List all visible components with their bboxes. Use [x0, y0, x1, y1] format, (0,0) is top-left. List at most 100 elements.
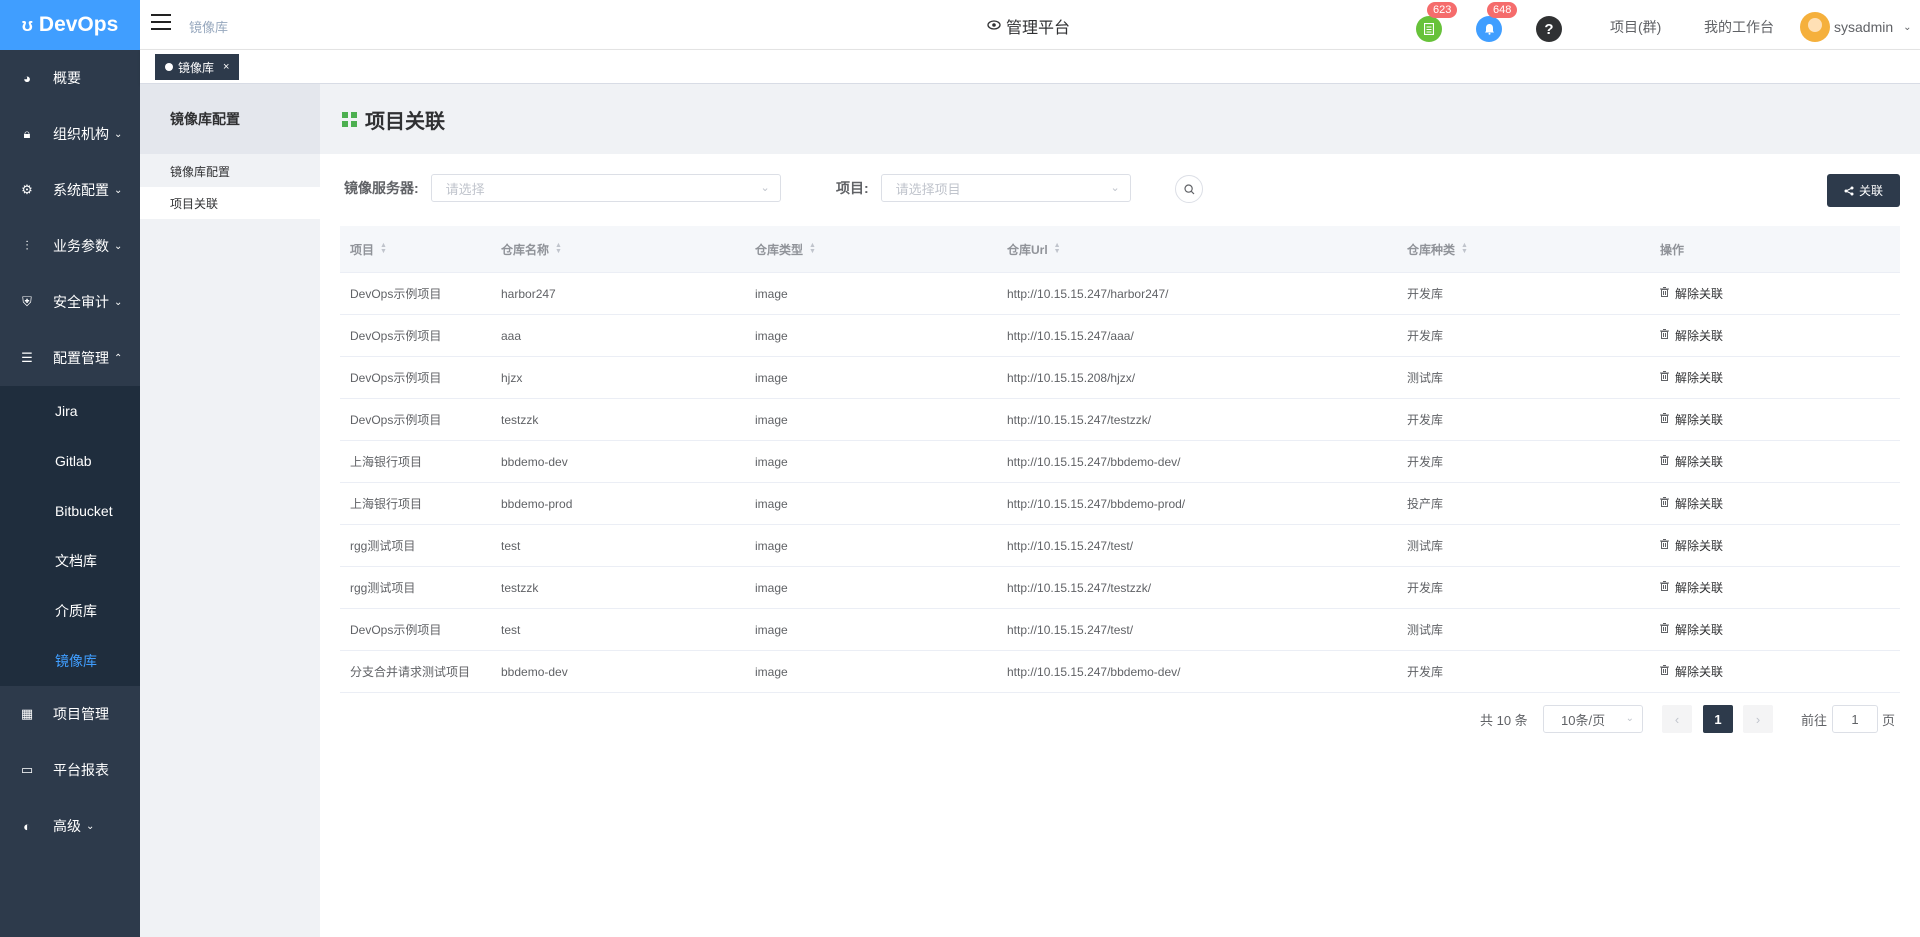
next-page-button[interactable]: ›	[1743, 705, 1773, 733]
unlink-button[interactable]: 解除关联	[1660, 411, 1723, 428]
table-cell: image	[755, 664, 788, 679]
goto-page-input[interactable]	[1832, 705, 1878, 733]
logo[interactable]: ʊ DevOps	[0, 0, 140, 50]
unlink-button[interactable]: 解除关联	[1660, 663, 1723, 680]
table-cell-action: 解除关联	[1650, 453, 1900, 470]
workbench-link[interactable]: 我的工作台	[1704, 17, 1774, 37]
sidebar-item-items_after-2[interactable]: ◐ 高级 ⌄	[0, 798, 140, 854]
sidebar-item-label: 高级	[53, 818, 81, 834]
dot-icon	[165, 63, 173, 71]
sidebar-item-label: 平台报表	[53, 762, 109, 778]
submenu-item[interactable]: 文档库	[0, 536, 140, 586]
sort-icon[interactable]: ▲ ▼	[380, 242, 387, 255]
project-select[interactable]: 请选择项目 ⌄	[880, 174, 1131, 202]
table-row: 分支合并请求测试项目 bbdemo-dev image http://10.15.15…	[340, 651, 1900, 693]
table-cell: 开发库	[1407, 329, 1444, 343]
sidebar-item-items-0[interactable]: ◕ 概要	[0, 50, 140, 106]
sort-icon[interactable]: ▲ ▼	[555, 242, 562, 255]
table-cell: testzzk	[501, 412, 539, 427]
trash-icon	[1660, 581, 1669, 594]
page-size-select[interactable]: 10条/页 ⌄	[1543, 705, 1643, 733]
filter-server-label: 镜像服务器:	[344, 180, 419, 196]
table-cell: testzzk	[501, 580, 539, 595]
unlink-button[interactable]: 解除关联	[1660, 537, 1723, 554]
table-cell: bbdemo-prod	[501, 496, 573, 511]
sliders-icon: ⫶	[25, 238, 29, 253]
sort-icon[interactable]: ▲ ▼	[809, 242, 816, 255]
project-select-placeholder: 请选择项目	[895, 181, 961, 197]
table-cell: http://10.15.15.247/bbdemo-dev/	[1007, 664, 1181, 679]
table-cell-action: 解除关联	[1650, 621, 1900, 638]
lock-icon: 🔒︎	[23, 126, 31, 141]
sidebar-item-items_after-0[interactable]: ▦ 项目管理	[0, 686, 140, 742]
table-body: DevOps示例项目 harbor247 image http://10.15.15.…	[340, 273, 1900, 693]
unlink-button[interactable]: 解除关联	[1660, 579, 1723, 596]
task-icon[interactable]: 623	[1416, 2, 1458, 42]
pagination-total: 共 10 条	[1480, 712, 1528, 728]
sort-icon[interactable]: ▲ ▼	[1054, 242, 1061, 255]
page-number-current[interactable]: 1	[1703, 705, 1733, 733]
chevron-down-icon: ⌄	[1903, 21, 1912, 33]
bell-icon[interactable]: 648	[1476, 2, 1518, 42]
sidebar-item-items-1[interactable]: 🔒︎ 组织机构 ⌄	[0, 106, 140, 162]
filter-project: 项目: 请选择项目 ⌄	[836, 174, 1131, 202]
table-cell: image	[755, 286, 788, 301]
column-header[interactable]: 仓库类型 ▲ ▼	[745, 241, 997, 258]
sidebar-item-items-2[interactable]: ⚙ 系统配置 ⌄	[0, 162, 140, 218]
sort-icon[interactable]: ▲ ▼	[1461, 242, 1468, 255]
secondary-item-project-association[interactable]: 项目关联	[140, 187, 320, 219]
associate-button[interactable]: 关联	[1827, 174, 1900, 207]
sidebar-item-items-3[interactable]: ⫶ 业务参数 ⌄	[0, 218, 140, 274]
table-row: DevOps示例项目 harbor247 image http://10.15.15.…	[340, 273, 1900, 315]
table-cell: 测试库	[1407, 539, 1444, 553]
chevron-down-icon: ⌄	[1625, 713, 1634, 724]
close-icon[interactable]: ×	[223, 61, 229, 73]
hamburger-menu-icon[interactable]	[151, 14, 171, 30]
submenu-item[interactable]: 镜像库	[0, 636, 140, 686]
prev-page-button[interactable]: ‹	[1662, 705, 1692, 733]
shield-icon: ⛨	[22, 294, 32, 309]
table-cell: image	[755, 538, 788, 553]
help-icon[interactable]: ?	[1536, 16, 1562, 42]
column-header[interactable]: 仓库名称 ▲ ▼	[491, 241, 745, 258]
table-header: 项目 ▲ ▼ 仓库名称 ▲ ▼ 仓库类型 ▲ ▼ 仓库Url ▲ ▼ 仓库种类 ▲ ▼ 操作	[340, 226, 1900, 273]
search-button[interactable]	[1175, 175, 1203, 203]
table-cell: http://10.15.15.247/testzzk/	[1007, 580, 1152, 595]
unlink-button[interactable]: 解除关联	[1660, 369, 1723, 386]
tag-active[interactable]: 镜像库 ×	[155, 54, 240, 80]
unlink-button[interactable]: 解除关联	[1660, 327, 1723, 344]
dashboard-icon: ◕	[23, 70, 31, 86]
breadcrumb[interactable]: 镜像库	[189, 17, 228, 36]
column-header[interactable]: 仓库种类 ▲ ▼	[1397, 241, 1650, 258]
unlink-button[interactable]: 解除关联	[1660, 621, 1723, 638]
chevron-up-icon: ⌃	[114, 352, 123, 364]
table-cell: 开发库	[1407, 455, 1444, 469]
secondary-panel: 镜像库配置 镜像库配置 项目关联	[140, 84, 320, 937]
sidebar-item-items_after-1[interactable]: ▭ 平台报表	[0, 742, 140, 798]
table-cell: http://10.15.15.247/bbdemo-dev/	[1007, 454, 1181, 469]
table-cell: image	[755, 454, 788, 469]
unlink-button[interactable]: 解除关联	[1660, 495, 1723, 512]
sidebar-item-items-5[interactable]: ☰ 配置管理 ⌃	[0, 330, 140, 386]
table-cell: rgg测试项目	[350, 581, 416, 595]
submenu-item[interactable]: Gitlab	[0, 436, 140, 486]
unlink-button[interactable]: 解除关联	[1660, 453, 1723, 470]
column-header[interactable]: 项目 ▲ ▼	[340, 241, 491, 258]
table-cell: 开发库	[1407, 581, 1444, 595]
user-menu[interactable]: sysadmin ⌄	[1800, 12, 1912, 42]
table-cell: 开发库	[1407, 287, 1444, 301]
table-row: 上海银行项目 bbdemo-prod image http://10.15.15.24…	[340, 483, 1900, 525]
table-row: DevOps示例项目 hjzx image http://10.15.15.208/h…	[340, 357, 1900, 399]
submenu-item[interactable]: Jira	[0, 386, 140, 436]
projects-link[interactable]: 项目(群)	[1610, 17, 1661, 37]
server-select[interactable]: 请选择 ⌄	[430, 174, 781, 202]
column-header[interactable]: 仓库Url ▲ ▼	[997, 241, 1397, 258]
unlink-button[interactable]: 解除关联	[1660, 285, 1723, 302]
table-cell-action: 解除关联	[1650, 285, 1900, 302]
sidebar-item-items-4[interactable]: ⛨ 安全审计 ⌄	[0, 274, 140, 330]
platform-switch[interactable]: 管理平台	[987, 14, 1070, 38]
submenu-item[interactable]: Bitbucket	[0, 486, 140, 536]
table-cell: test	[501, 538, 521, 553]
submenu-item[interactable]: 介质库	[0, 586, 140, 636]
secondary-item-registry-config[interactable]: 镜像库配置	[140, 155, 320, 187]
